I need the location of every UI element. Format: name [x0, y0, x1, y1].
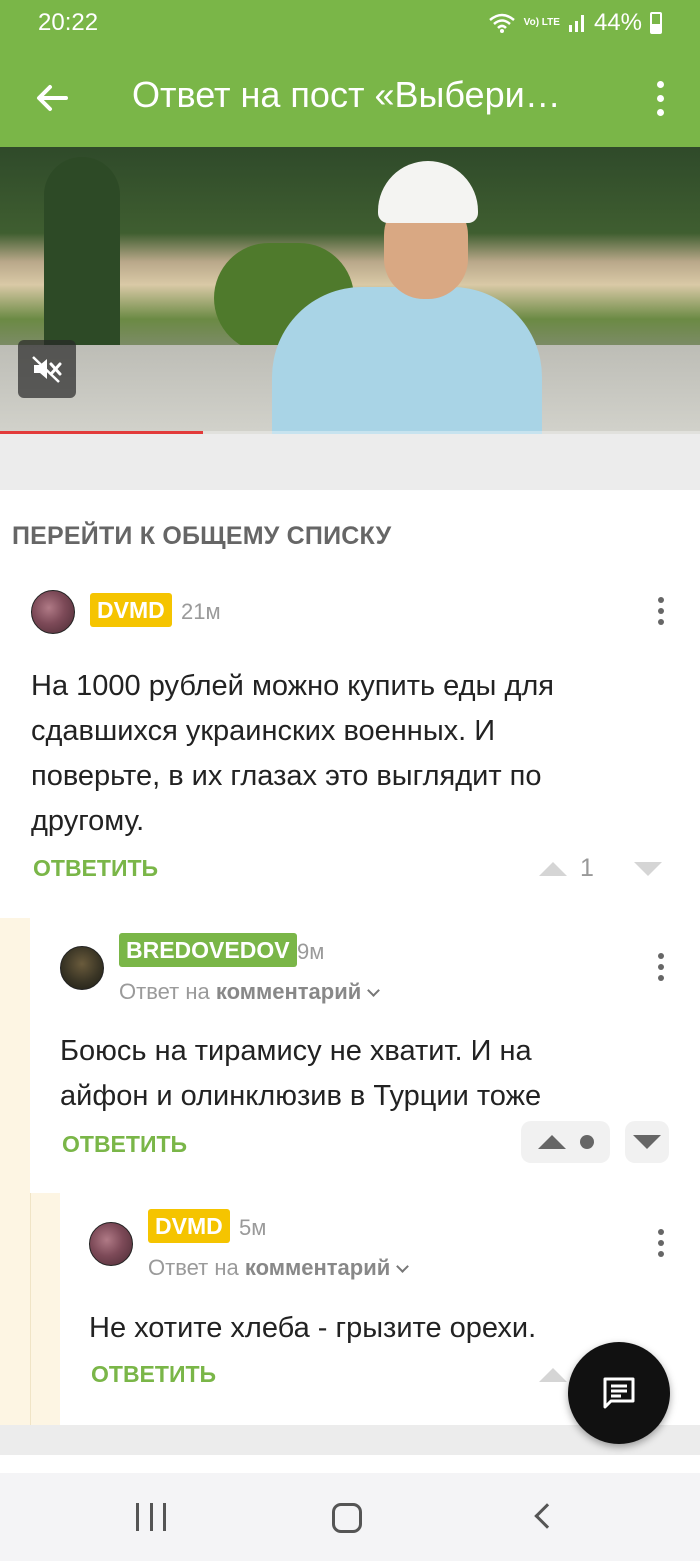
page-title: Ответ на пост «Выбери…	[132, 74, 561, 115]
wifi-icon	[488, 13, 515, 33]
recents-bar	[163, 1503, 166, 1531]
author-nick[interactable]: DVMD	[90, 593, 172, 627]
avatar[interactable]	[60, 946, 104, 990]
battery-icon	[650, 12, 662, 34]
comment-text-line: другому.	[31, 805, 145, 837]
thread-gutter-level-1	[0, 918, 30, 1425]
reply-to-link[interactable]: Ответ на комментарий	[148, 1255, 410, 1281]
more-vertical-icon	[658, 1229, 664, 1235]
reply-to-link[interactable]: Ответ на комментарий	[119, 979, 381, 1005]
more-vertical-icon	[658, 953, 664, 959]
reply-to-target: комментарий	[215, 979, 362, 1004]
downvote-button[interactable]	[633, 855, 663, 883]
reply-to-prefix: Ответ на	[119, 979, 210, 1004]
comment-menu-button[interactable]	[651, 947, 671, 987]
upvote-button[interactable]	[538, 855, 568, 883]
more-dot	[658, 608, 664, 614]
more-dot	[658, 975, 664, 981]
video-frame-person	[272, 287, 542, 434]
more-options-button[interactable]	[640, 72, 680, 124]
home-button[interactable]	[332, 1503, 362, 1533]
more-dot	[656, 94, 664, 102]
rating-dot-icon	[579, 1135, 594, 1149]
more-dot	[658, 619, 664, 625]
recents-button[interactable]	[136, 1503, 166, 1533]
comment-text: Не хотите хлеба - грызите орехи.	[89, 1306, 679, 1351]
comment-text: Боюсь на тирамису не хватит. И на айфон …	[60, 1029, 680, 1119]
thread-line	[30, 1193, 31, 1425]
battery-level	[652, 24, 660, 32]
comment-time: 5м	[239, 1215, 267, 1240]
comment-text-line: На 1000 рублей можно купить еды для	[31, 670, 555, 702]
comment-menu-button[interactable]	[651, 591, 671, 631]
reply-button[interactable]: ОТВЕТИТЬ	[91, 1361, 216, 1388]
comment-text: На 1000 рублей можно купить еды для сдав…	[31, 664, 671, 844]
more-dot	[658, 964, 664, 970]
goto-all-comments-link[interactable]: ПЕРЕЙТИ К ОБЩЕМУ СПИСКУ	[12, 522, 391, 551]
comment-text-line: сдавшихся украинских военных. И	[31, 715, 496, 747]
write-comment-fab[interactable]	[568, 1342, 670, 1444]
downvote-button[interactable]	[625, 1121, 669, 1163]
reply-to-prefix: Ответ на	[148, 1255, 239, 1280]
reply-to-target: комментарий	[244, 1255, 391, 1280]
top-bar: 20:22 Vo) LTE 44% Ответ на пост «Выбери…	[0, 0, 700, 147]
comment-text-line: Не хотите хлеба - грызите орехи.	[89, 1312, 537, 1344]
nav-back-button[interactable]	[534, 1503, 560, 1529]
arrow-up-icon	[539, 1368, 567, 1382]
reply-button[interactable]: ОТВЕТИТЬ	[33, 855, 158, 882]
back-button[interactable]	[24, 70, 80, 126]
video-player[interactable]	[0, 147, 700, 434]
status-icons: Vo) LTE 44%	[488, 9, 662, 37]
comment-text-line: Боюсь на тирамису не хватит. И на	[60, 1035, 532, 1067]
chevron-down-icon	[367, 984, 381, 997]
upvote-button[interactable]	[521, 1121, 610, 1163]
avatar[interactable]	[89, 1222, 133, 1266]
arrow-left-icon	[37, 85, 68, 111]
battery-percent: 44%	[593, 9, 642, 36]
more-dot	[658, 1240, 664, 1246]
thread-gutter-level-2	[30, 1193, 60, 1425]
arrow-up-icon	[539, 862, 567, 876]
author-nick[interactable]: DVMD	[148, 1209, 230, 1243]
more-dot	[656, 108, 664, 116]
next-card	[0, 1455, 700, 1473]
more-dot	[658, 1251, 664, 1257]
author-nick[interactable]: BREDOVEDOV	[119, 933, 297, 967]
recents-bar	[149, 1503, 153, 1531]
more-vertical-icon	[656, 80, 664, 88]
more-vertical-icon	[658, 597, 664, 603]
comment-time: 9м	[297, 939, 325, 964]
comment-menu-button[interactable]	[651, 1223, 671, 1263]
comment-time: 21м	[181, 599, 221, 624]
comments-panel: ПЕРЕЙТИ К ОБЩЕМУ СПИСКУ	[0, 490, 700, 1425]
volte-icon: Vo) LTE	[523, 17, 560, 28]
video-frame-helmet	[378, 161, 478, 223]
comment-icon	[603, 1377, 635, 1409]
recents-icon	[136, 1503, 139, 1531]
arrow-up-icon	[537, 1135, 566, 1149]
status-time: 20:22	[38, 9, 99, 36]
arrow-down-icon	[634, 862, 662, 876]
video-progress-fill	[0, 431, 203, 434]
video-progress-bar[interactable]	[0, 431, 700, 434]
volume-mute-icon	[32, 356, 62, 383]
chevron-down-icon	[396, 1260, 410, 1273]
avatar[interactable]	[31, 590, 75, 634]
arrow-down-icon	[633, 1135, 661, 1149]
status-bar: 20:22 Vo) LTE 44%	[0, 0, 700, 44]
mute-button[interactable]	[18, 340, 76, 398]
reply-button[interactable]: ОТВЕТИТЬ	[62, 1131, 187, 1158]
upvote-button[interactable]	[538, 1362, 568, 1388]
comment-text-line: айфон и олинклюзив в Турции тоже	[60, 1080, 542, 1112]
system-nav-bar	[0, 1473, 700, 1561]
comment-text-line: поверьте, в их глазах это выглядит по	[31, 760, 542, 792]
app-bar: Ответ на пост «Выбери…	[0, 56, 700, 140]
comment-rating: 1	[580, 854, 594, 882]
signal-icon	[568, 15, 584, 32]
